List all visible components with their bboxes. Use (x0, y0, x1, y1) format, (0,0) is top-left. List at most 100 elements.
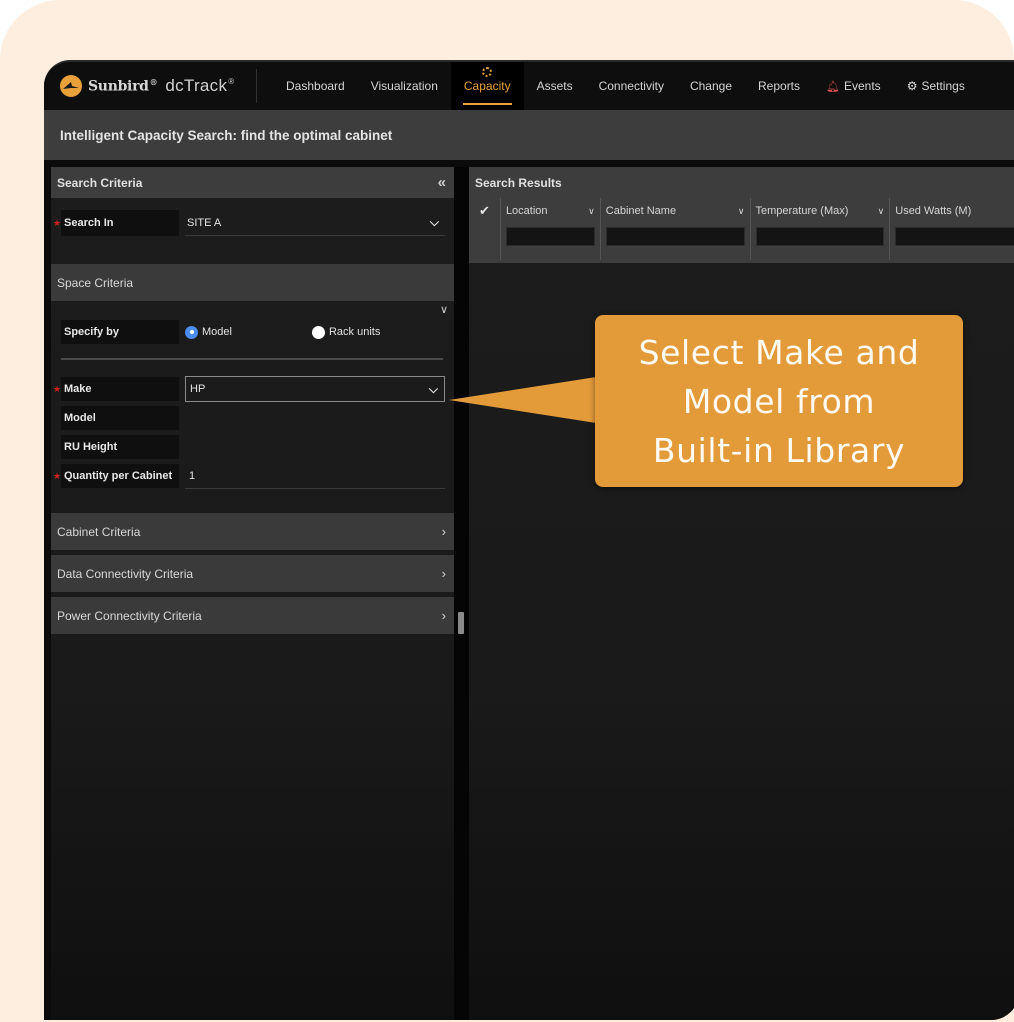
search-criteria-panel: Search Criteria « ★ Search In SITE A ⌵ S… (51, 167, 454, 1020)
nav-settings[interactable]: ⚙ Settings (894, 62, 978, 110)
gear-icon: ⚙ (906, 79, 918, 93)
column-header-label[interactable]: Used Watts (M) (895, 205, 971, 217)
callout-annotation: Select Make and Model from Built-in Libr… (595, 315, 963, 487)
chevron-down-icon: ⌵ (429, 215, 439, 229)
brand-company: Sunbird® (88, 77, 158, 95)
quantity-value: 1 (189, 469, 196, 482)
model-row: Model (51, 406, 445, 430)
page-title-bar: Intelligent Capacity Search: find the op… (44, 110, 1014, 160)
nav-change[interactable]: Change (677, 62, 745, 110)
radio-rack-units[interactable]: Rack units (311, 325, 381, 339)
section-label: Power Connectivity Criteria (57, 608, 202, 623)
search-in-row: ★ Search In SITE A ⌵ (51, 210, 454, 236)
chevron-down-icon: ⌵ (428, 381, 438, 396)
callout-line: Built-in Library (652, 430, 906, 470)
ru-height-row: RU Height (51, 435, 445, 459)
model-field[interactable] (185, 406, 445, 430)
radio-checked-icon (185, 325, 198, 339)
data-connectivity-criteria-section[interactable]: Data Connectivity Criteria › (51, 555, 454, 592)
brand[interactable]: Sunbird® dcTrack® (44, 62, 256, 110)
specify-by-label: Specify by (61, 320, 179, 344)
nav-label: Dashboard (286, 79, 345, 93)
required-star-icon: ★ (53, 217, 62, 228)
search-results-title: Search Results (475, 175, 562, 190)
nav-label: Visualization (370, 79, 438, 93)
quantity-input[interactable]: 1 (185, 463, 445, 489)
make-select[interactable]: HP ⌵ (185, 376, 445, 402)
location-filter-input[interactable] (505, 227, 595, 246)
column-used-watts: Used Watts (M)∨ (889, 198, 1014, 260)
chevron-right-icon: › (441, 524, 446, 539)
nav-label: Connectivity (598, 79, 664, 93)
radio-label: Rack units (328, 326, 381, 338)
power-connectivity-criteria-section[interactable]: Power Connectivity Criteria › (51, 597, 454, 634)
nav-capacity[interactable]: Capacity (450, 62, 524, 110)
loading-spinner-icon (482, 67, 493, 77)
search-in-select[interactable]: SITE A ⌵ (185, 210, 445, 236)
column-temperature-max: Temperature (Max) ∨ (749, 198, 890, 260)
make-label: Make (61, 377, 179, 401)
chevron-right-icon: › (441, 608, 446, 623)
search-criteria-title: Search Criteria (57, 175, 143, 190)
callout-line: Model from (682, 381, 876, 421)
nav-connectivity[interactable]: Connectivity (586, 62, 677, 110)
nav-menu: Dashboard Visualization Capacity Assets … (273, 62, 978, 110)
app-window: Sunbird® dcTrack® Dashboard Visualizatio… (44, 60, 1014, 1020)
nav-assets[interactable]: Assets (524, 62, 586, 110)
top-navigation: Sunbird® dcTrack® Dashboard Visualizatio… (44, 62, 1014, 110)
page-title: Intelligent Capacity Search: find the op… (60, 127, 393, 143)
sunbird-logo-icon (60, 75, 82, 97)
panel-splitter[interactable] (454, 167, 469, 1020)
search-results-header: Search Results ✔ Location ∨ Cabinet Name ∨… (469, 167, 1014, 263)
select-all-checkmark-icon[interactable]: ✔ (469, 198, 500, 260)
column-header-label[interactable]: Temperature (Max) (756, 205, 849, 217)
divider (61, 358, 443, 360)
space-criteria-body: ∨ Specify by Model Rack units ★ Make HP (51, 301, 454, 506)
cabinet-criteria-section[interactable]: Cabinet Criteria › (51, 513, 454, 550)
double-chevron-left-icon[interactable]: « (438, 174, 446, 191)
make-value: HP (190, 383, 206, 395)
nav-label: Change (689, 79, 732, 93)
chevron-down-icon[interactable]: ∨ (878, 206, 885, 217)
bell-icon: 🔔︎ (826, 80, 840, 93)
column-header-label[interactable]: Location (506, 205, 548, 217)
section-label: Data Connectivity Criteria (57, 566, 194, 581)
ru-height-label: RU Height (61, 435, 179, 459)
results-grid-header: ✔ Location ∨ Cabinet Name ∨ Temperature (M… (469, 198, 1014, 260)
used-watts-filter-input[interactable] (895, 227, 1014, 246)
nav-dashboard[interactable]: Dashboard (273, 62, 358, 110)
quantity-row: ★ Quantity per Cabinet 1 (51, 463, 445, 489)
space-criteria-title: Space Criteria (57, 275, 134, 290)
search-in-value: SITE A (187, 216, 222, 229)
search-in-label: Search In (61, 210, 179, 236)
section-label: Cabinet Criteria (57, 524, 141, 539)
space-criteria-header[interactable]: Space Criteria (51, 264, 454, 301)
cabinet-name-filter-input[interactable] (605, 227, 745, 246)
ru-height-field (185, 435, 445, 459)
nav-label: Capacity (463, 79, 511, 93)
radio-unchecked-icon (311, 325, 325, 339)
radio-label: Model (202, 326, 232, 338)
nav-reports[interactable]: Reports (745, 62, 813, 110)
specify-by-row: Specify by Model Rack units (51, 320, 380, 344)
nav-events[interactable]: 🔔︎ Events (813, 62, 894, 110)
chevron-down-icon[interactable]: ∨ (738, 206, 745, 217)
chevron-down-icon[interactable]: ∨ (440, 303, 448, 316)
nav-label: Settings (921, 79, 965, 93)
column-location: Location ∨ (499, 198, 600, 260)
callout-pointer (449, 375, 609, 425)
radio-model[interactable]: Model (185, 325, 232, 339)
nav-label: Events (844, 79, 881, 93)
temperature-filter-input[interactable] (755, 227, 885, 246)
splitter-handle[interactable] (458, 612, 464, 634)
brand-product: dcTrack® (165, 76, 235, 95)
search-results-panel: Search Results ✔ Location ∨ Cabinet Name ∨… (469, 167, 1014, 1020)
column-header-label[interactable]: Cabinet Name (606, 205, 676, 217)
quantity-label: Quantity per Cabinet (61, 464, 179, 488)
nav-label: Assets (536, 79, 573, 93)
nav-divider (256, 69, 257, 103)
make-row: ★ Make HP ⌵ (51, 376, 445, 402)
nav-visualization[interactable]: Visualization (358, 62, 451, 110)
search-criteria-header: Search Criteria « (51, 167, 454, 198)
chevron-down-icon[interactable]: ∨ (588, 206, 595, 217)
